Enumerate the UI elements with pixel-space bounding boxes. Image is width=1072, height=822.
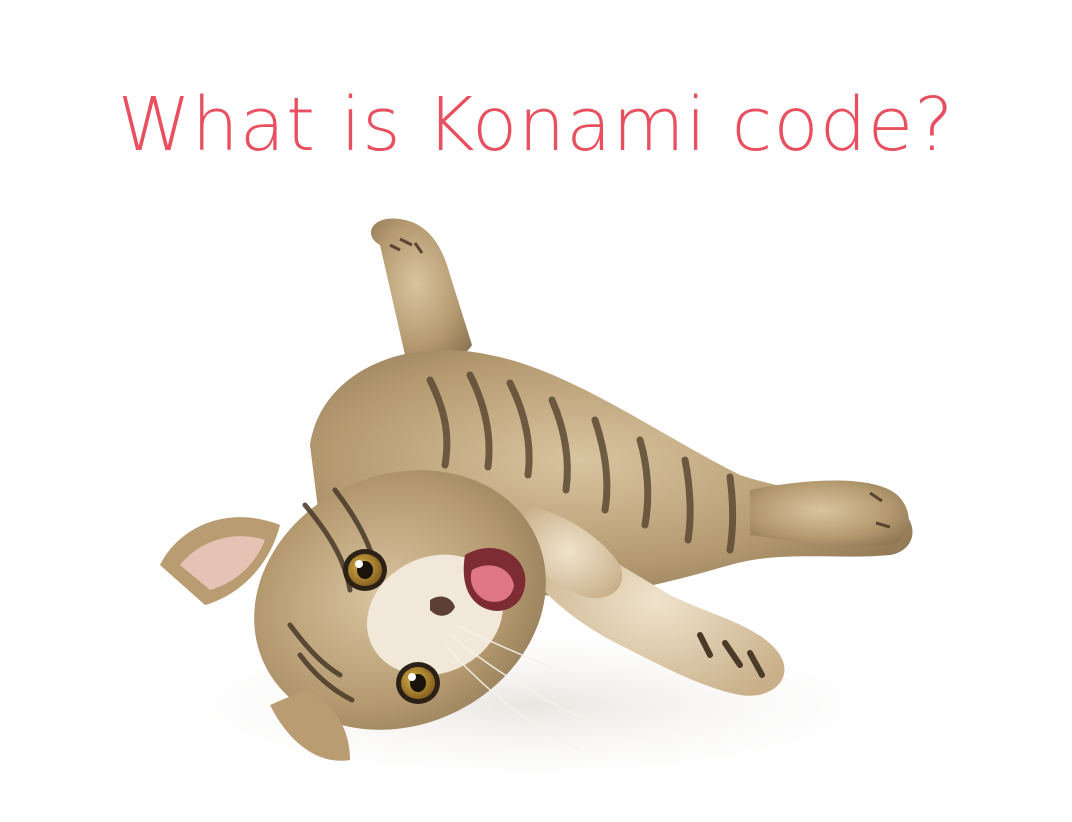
kitten-photo [110,218,950,795]
eye-upper [343,549,387,591]
eye-lower [396,662,440,704]
slide: What is Konami code? [0,0,1072,822]
back-leg [750,480,909,547]
slide-title: What is Konami code? [117,82,955,168]
raised-leg [370,218,472,364]
